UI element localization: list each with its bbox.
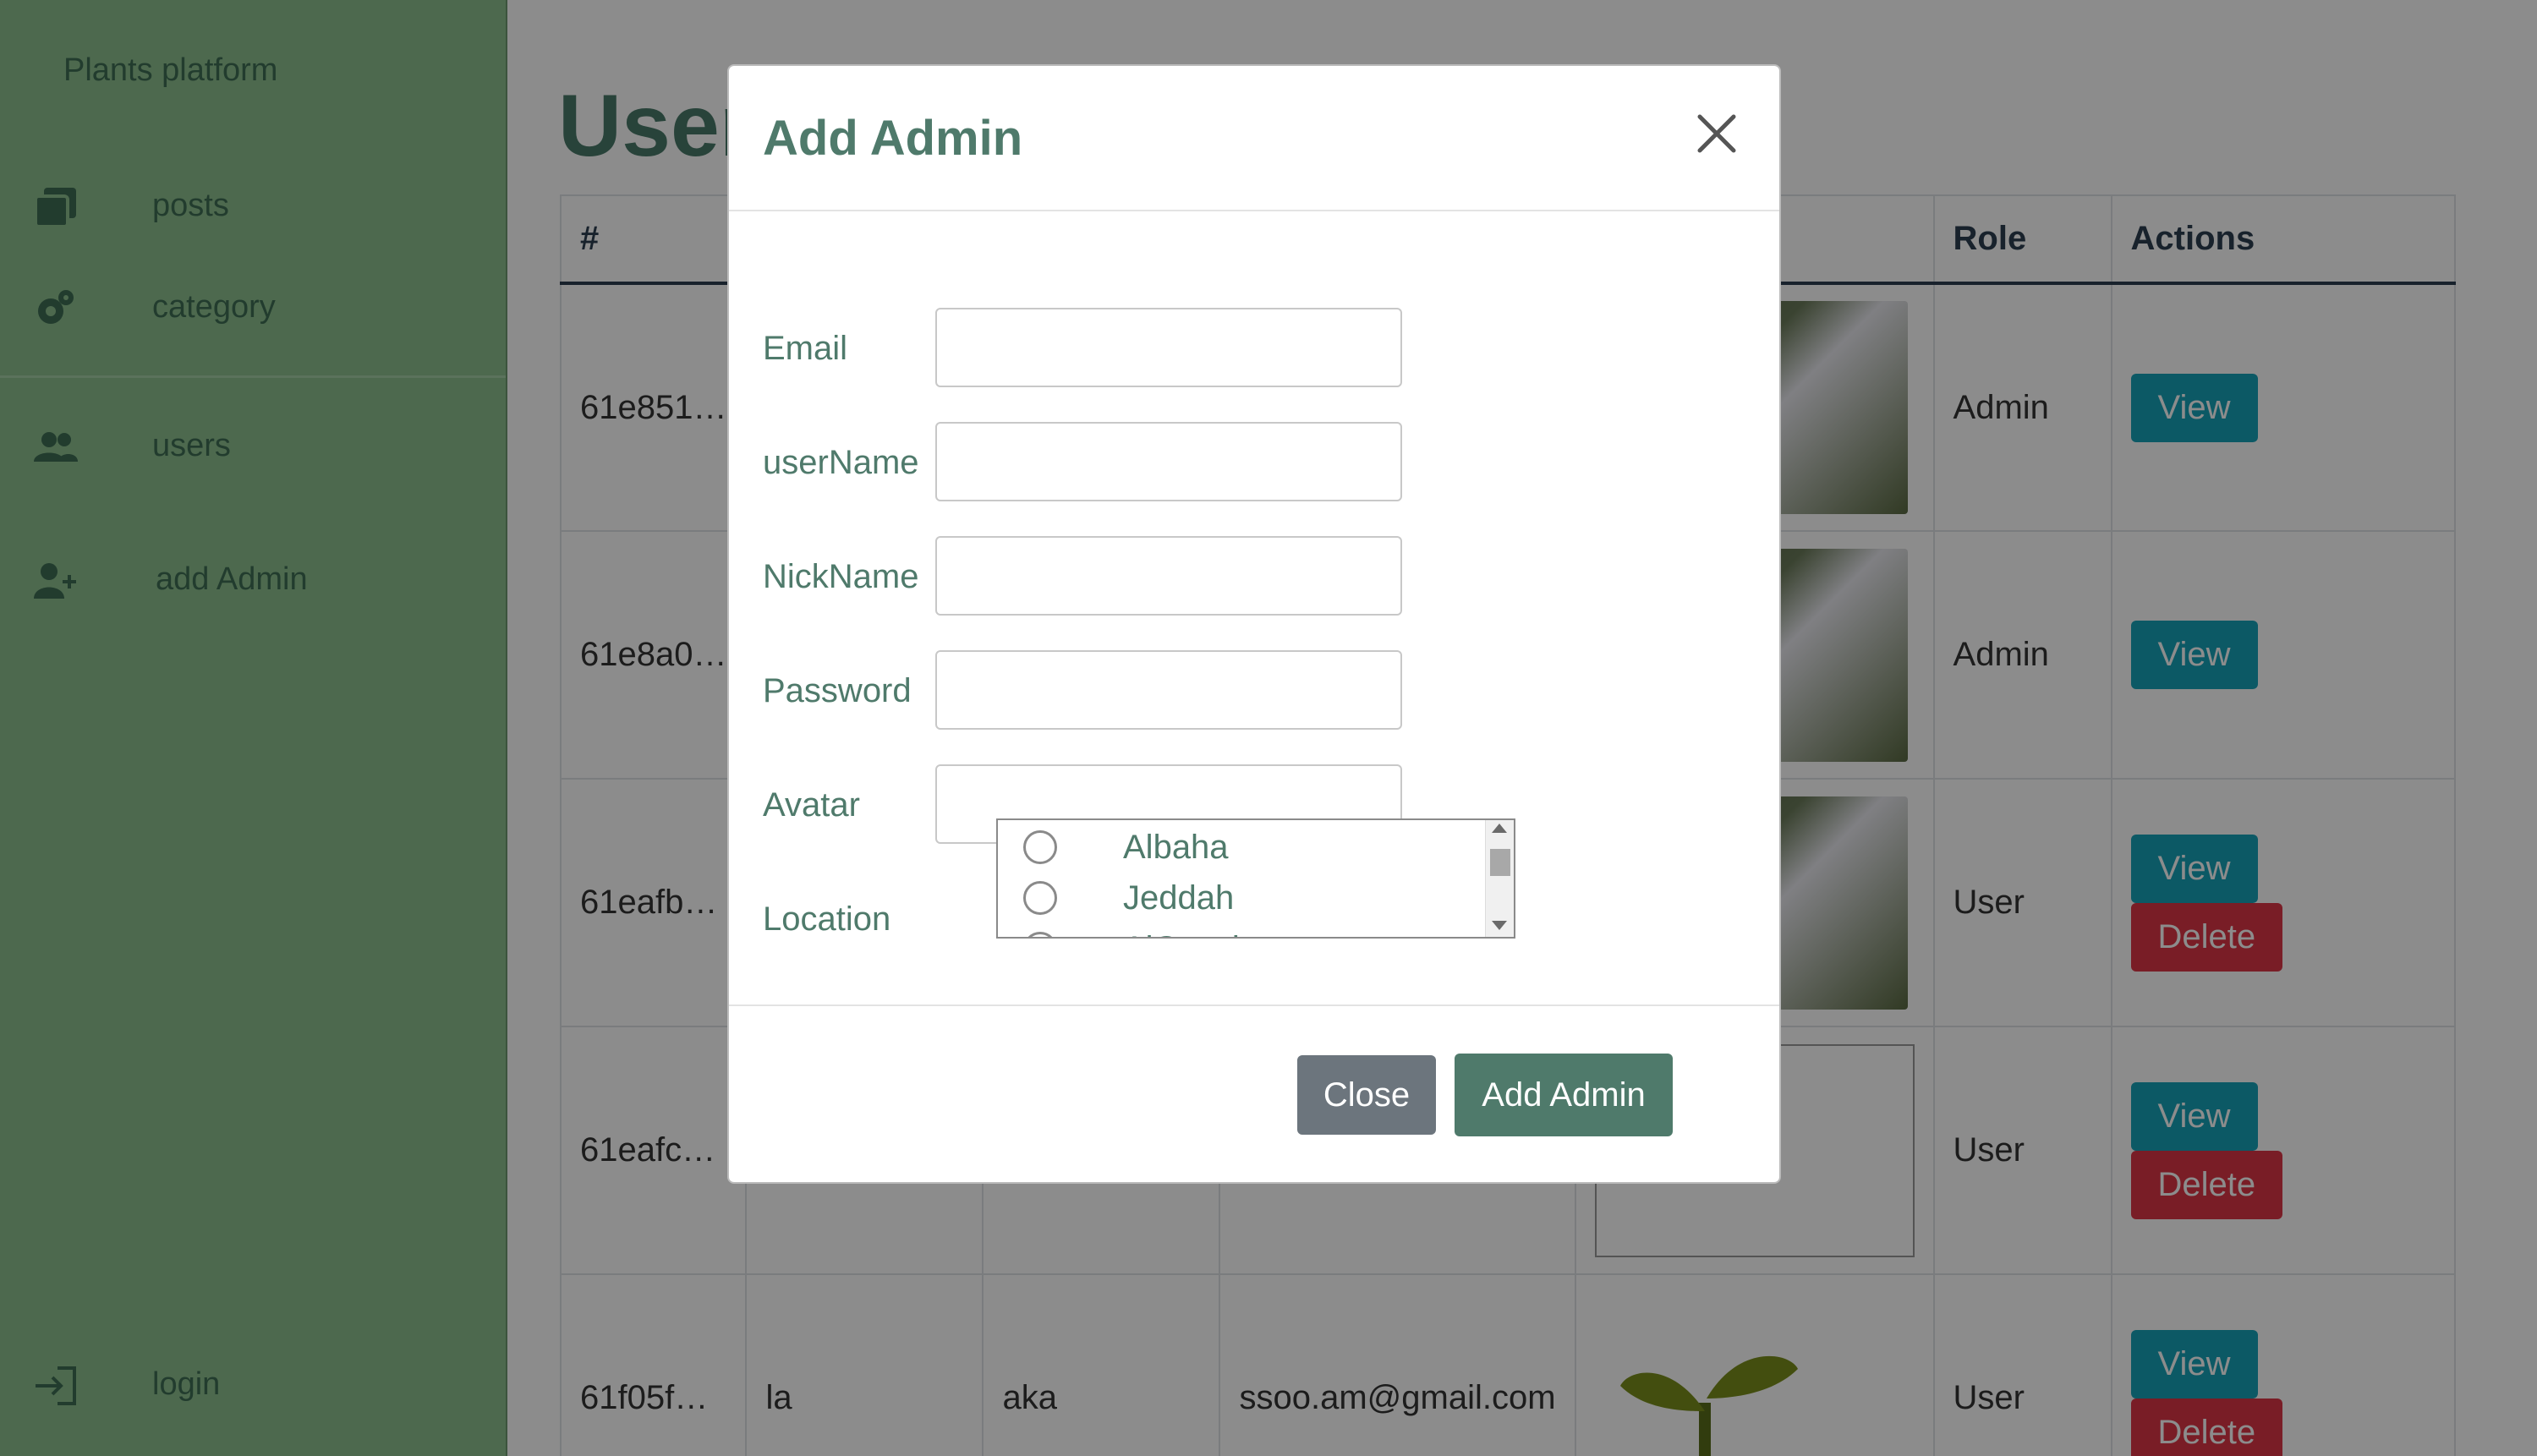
add-admin-button[interactable]: Add Admin xyxy=(1455,1054,1673,1136)
location-list[interactable]: Albaha Jeddah AlQassim xyxy=(996,818,1515,939)
radio-button[interactable] xyxy=(1023,830,1057,864)
location-option-albaha[interactable]: Albaha xyxy=(1023,824,1480,871)
avatar-label: Avatar xyxy=(763,786,860,824)
email-field[interactable] xyxy=(935,308,1402,387)
add-admin-modal: Add Admin Email userName NickName Passwo… xyxy=(727,64,1781,1184)
password-label: Password xyxy=(763,672,912,709)
username-field[interactable] xyxy=(935,422,1402,501)
radio-button[interactable] xyxy=(1023,932,1057,937)
modal-title: Add Admin xyxy=(763,111,1023,166)
modal-body: Email userName NickName Password Avatar … xyxy=(729,211,1779,1070)
modal-header: Add Admin xyxy=(729,66,1779,211)
modal-footer: Close Add Admin xyxy=(729,1004,1779,1185)
username-label: userName xyxy=(763,444,919,481)
nickname-label: NickName xyxy=(763,558,919,595)
nickname-field[interactable] xyxy=(935,536,1402,616)
location-option-alqassim[interactable]: AlQassim xyxy=(1023,925,1480,937)
radio-button[interactable] xyxy=(1023,881,1057,915)
location-scrollbar[interactable] xyxy=(1485,820,1514,937)
location-label: Location xyxy=(763,900,891,938)
scroll-up-icon[interactable] xyxy=(1492,824,1507,833)
location-option-label: Albaha xyxy=(1123,829,1229,866)
close-icon[interactable] xyxy=(1691,108,1742,159)
close-button[interactable]: Close xyxy=(1297,1055,1436,1135)
location-option-label: Jeddah xyxy=(1123,879,1235,917)
scroll-down-icon[interactable] xyxy=(1492,921,1507,930)
scroll-thumb[interactable] xyxy=(1490,849,1510,876)
location-option-jeddah[interactable]: Jeddah xyxy=(1023,874,1480,922)
email-label: Email xyxy=(763,330,848,367)
password-field[interactable] xyxy=(935,650,1402,730)
location-option-label: AlQassim xyxy=(1123,930,1268,937)
